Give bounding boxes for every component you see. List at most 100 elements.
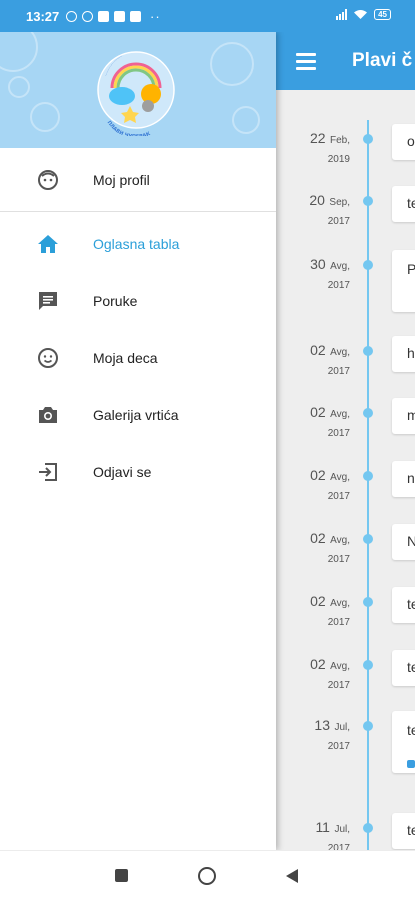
telegram-icon [114, 11, 125, 22]
app-notification-icon [98, 11, 109, 22]
signal-icon [336, 9, 348, 20]
timeline-card[interactable]: P [392, 250, 415, 312]
menu-item-my-children[interactable]: Moja deca [0, 329, 276, 386]
timeline-card[interactable]: te [392, 813, 415, 849]
notification-icon [66, 11, 77, 22]
date-year: 2017 [327, 843, 350, 850]
back-button[interactable] [286, 869, 299, 883]
timeline-date: 02 Avg, 2017 [282, 656, 350, 691]
timeline-card[interactable]: h [392, 336, 415, 372]
date-month: Sep, [329, 197, 350, 208]
date-month: Avg, [330, 472, 350, 483]
timeline-entry[interactable]: 02 Avg, 2017 N [276, 524, 415, 590]
timeline-entry[interactable]: 30 Avg, 2017 P [276, 250, 415, 316]
date-month: Feb, [329, 135, 350, 146]
timeline-card[interactable]: te [392, 186, 415, 222]
timeline-dot [363, 260, 373, 270]
timeline-date: 13 Jul, 2017 [282, 717, 350, 752]
timeline: 22 Feb, 2019 o 20 Sep, 2017 te 30 Avg, 2017 P 02 … [276, 90, 415, 850]
timeline-date: 02 Avg, 2017 [282, 530, 350, 565]
timeline-dot [363, 134, 373, 144]
menu-item-messages[interactable]: Poruke [0, 272, 276, 329]
menu-item-label: Oglasna tabla [93, 235, 180, 252]
timeline-entry[interactable]: 13 Jul, 2017 te [276, 711, 415, 777]
kindergarten-logo: ПЛАВИ ЧУПЕРАК ······················· [97, 51, 175, 136]
date-year: 2017 [327, 741, 350, 752]
timeline-date: 02 Avg, 2017 [282, 467, 350, 502]
timeline-dot [363, 471, 373, 481]
date-day: 13 [314, 717, 330, 733]
card-preview-text: te [407, 659, 415, 675]
date-day: 02 [310, 467, 326, 483]
date-day: 11 [315, 819, 330, 835]
menu-item-gallery[interactable]: Galerija vrtića [0, 386, 276, 443]
recent-apps-button[interactable] [115, 869, 128, 882]
timeline-dot [363, 408, 373, 418]
timeline-entry[interactable]: 02 Avg, 2017 m [276, 398, 415, 464]
menu-item-bulletin-board[interactable]: Oglasna tabla [0, 215, 276, 272]
date-month: Avg, [330, 261, 350, 272]
timeline-entry[interactable]: 02 Avg, 2017 te [276, 587, 415, 653]
timeline-date: 02 Avg, 2017 [282, 404, 350, 439]
timeline-entry[interactable]: 11 Jul, 2017 te [276, 813, 415, 850]
wifi-icon [354, 10, 368, 19]
chat-icon [39, 291, 57, 310]
date-year: 2017 [327, 428, 350, 439]
menu-item-my-profile[interactable]: Moj profil [0, 148, 276, 211]
date-year: 2017 [327, 680, 350, 691]
timeline-card[interactable]: te [392, 711, 415, 773]
card-preview-text: te [407, 722, 415, 738]
card-preview-text: te [407, 195, 415, 211]
date-month: Jul, [334, 824, 350, 835]
timeline-entry[interactable]: 02 Avg, 2017 te [276, 650, 415, 716]
timeline-entry[interactable]: 02 Avg, 2017 n [276, 461, 415, 527]
menu-item-logout[interactable]: Odjavi se [0, 443, 276, 500]
system-navigation-bar [0, 850, 415, 900]
camera-icon [39, 406, 57, 423]
child-face-icon [38, 347, 58, 368]
timeline-dot [363, 660, 373, 670]
card-preview-text: te [407, 596, 415, 612]
timeline-date: 02 Avg, 2017 [282, 593, 350, 628]
timeline-dot [363, 196, 373, 206]
date-day: 20 [309, 192, 325, 208]
timeline-date: 30 Avg, 2017 [282, 256, 350, 291]
card-preview-text: te [407, 822, 415, 838]
menu-item-label: Moj profil [93, 171, 150, 188]
menu-item-label: Galerija vrtića [93, 406, 179, 423]
card-preview-text: m [407, 407, 415, 423]
timeline-entry[interactable]: 02 Avg, 2017 h [276, 336, 415, 402]
date-day: 02 [310, 342, 326, 358]
timeline-card[interactable]: te [392, 587, 415, 623]
timeline-dot [363, 346, 373, 356]
status-time: 13:27 [26, 9, 60, 24]
attachment-icon [407, 760, 415, 768]
more-notifications-icon: ·· [150, 9, 161, 24]
menu-divider [0, 211, 276, 212]
logout-icon [39, 462, 57, 481]
timeline-date: 22 Feb, 2019 [282, 130, 350, 165]
menu-icon[interactable] [296, 53, 316, 70]
date-year: 2017 [327, 554, 350, 565]
timeline-date: 11 Jul, 2017 [282, 819, 350, 850]
timeline-card[interactable]: te [392, 650, 415, 686]
date-day: 02 [310, 530, 326, 546]
home-button[interactable] [198, 867, 216, 885]
timeline-card[interactable]: N [392, 524, 415, 560]
timeline-card[interactable]: n [392, 461, 415, 497]
date-year: 2017 [327, 216, 350, 227]
alarm-icon [82, 11, 93, 22]
timeline-card[interactable]: m [392, 398, 415, 434]
date-day: 02 [310, 656, 326, 672]
card-preview-text: P [407, 261, 415, 277]
timeline-entry[interactable]: 20 Sep, 2017 te [276, 186, 415, 252]
date-year: 2017 [327, 366, 350, 377]
navigation-drawer: ПЛАВИ ЧУПЕРАК ······················· Mo… [0, 32, 276, 850]
timeline-entry[interactable]: 22 Feb, 2019 o [276, 124, 415, 190]
timeline-dot [363, 823, 373, 833]
timeline-card[interactable]: o [392, 124, 415, 160]
date-year: 2017 [327, 491, 350, 502]
date-year: 2017 [327, 280, 350, 291]
date-month: Avg, [330, 409, 350, 420]
drawer-header: ПЛАВИ ЧУПЕРАК ······················· [0, 32, 276, 148]
